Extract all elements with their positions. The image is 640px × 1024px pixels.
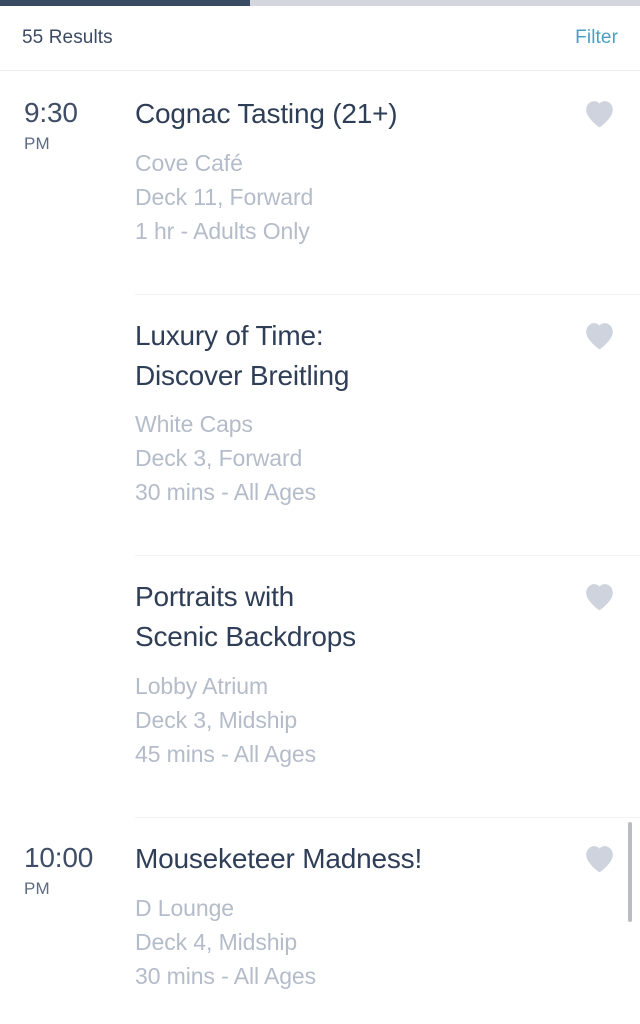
event-duration-audience: 30 mins - All Ages (135, 962, 317, 989)
event-venue: Cove Café (135, 149, 243, 176)
event-list-item[interactable]: 10:00 PM Mouseketeer Madness! D Lounge D… (0, 817, 640, 1024)
event-time-column: 10:00 PM (0, 817, 135, 1024)
event-location: Deck 4, Midship (135, 928, 298, 955)
event-title: Mouseketeer Madness! (135, 843, 423, 875)
list-divider (135, 293, 640, 295)
event-favorite-column[interactable] (558, 555, 640, 817)
event-venue: Lobby Atrium (135, 672, 269, 699)
list-divider (135, 817, 640, 819)
event-meta: Cove Café Deck 11, Forward 1 hr - Adults… (135, 146, 548, 248)
event-time: 10:00 (24, 842, 94, 874)
event-duration-audience: 1 hr - Adults Only (135, 217, 310, 244)
event-details-column[interactable]: Cognac Tasting (21+) Cove Café Deck 11, … (135, 72, 558, 294)
event-favorite-column[interactable] (558, 294, 640, 556)
event-title: Luxury of Time: Discover Breitling (135, 319, 350, 391)
event-bottom-spacer (135, 771, 548, 817)
event-location: Deck 3, Midship (135, 706, 298, 733)
filter-button[interactable]: Filter (575, 27, 618, 49)
event-meta: White Caps Deck 3, Forward 30 mins - All… (135, 407, 548, 509)
results-header: 55 Results Filter (0, 6, 640, 71)
event-location: Deck 3, Forward (135, 445, 303, 472)
event-details-column[interactable]: Portraits with Scenic Backdrops Lobby At… (135, 555, 558, 817)
event-list-item[interactable]: Portraits with Scenic Backdrops Lobby At… (0, 555, 640, 817)
event-title: Cognac Tasting (21+) (135, 98, 398, 129)
event-list-item[interactable]: 9:30 PM Cognac Tasting (21+) Cove Café D… (0, 72, 640, 294)
heart-icon[interactable] (584, 845, 615, 873)
heart-icon[interactable] (584, 100, 615, 128)
vertical-scrollbar[interactable] (628, 822, 632, 922)
event-duration-audience: 45 mins - All Ages (135, 741, 317, 767)
event-bottom-spacer (135, 248, 548, 294)
event-time: 9:30 (24, 97, 78, 128)
event-location: Deck 11, Forward (135, 183, 314, 210)
heart-icon[interactable] (584, 583, 615, 611)
event-favorite-column[interactable] (558, 72, 640, 294)
event-bottom-spacer (135, 993, 548, 1024)
event-venue: D Lounge (135, 894, 234, 921)
event-meridiem: PM (24, 134, 50, 154)
event-list-item[interactable]: Luxury of Time: Discover Breitling White… (0, 293, 640, 556)
event-details-column[interactable]: Luxury of Time: Discover Breitling White… (135, 294, 558, 556)
event-meta: D Lounge Deck 4, Midship 30 mins - All A… (135, 891, 548, 993)
results-count-label: 55 Results (22, 27, 113, 48)
event-venue: White Caps (135, 411, 253, 438)
event-title: Portraits with Scenic Backdrops (135, 581, 356, 653)
event-bottom-spacer (135, 509, 548, 555)
heart-icon[interactable] (584, 322, 615, 350)
event-meta: Lobby Atrium Deck 3, Midship 45 mins - A… (135, 669, 548, 771)
event-details-column[interactable]: Mouseketeer Madness! D Lounge Deck 4, Mi… (135, 817, 558, 1024)
event-meridiem: PM (24, 879, 50, 899)
list-divider (135, 555, 640, 557)
event-time-column: 9:30 PM (0, 72, 135, 294)
event-list[interactable]: 9:30 PM Cognac Tasting (21+) Cove Café D… (0, 72, 640, 1024)
activities-list-screen: 55 Results Filter 9:30 PM Cognac Tasting… (0, 0, 640, 1024)
event-duration-audience: 30 mins - All Ages (135, 479, 317, 506)
